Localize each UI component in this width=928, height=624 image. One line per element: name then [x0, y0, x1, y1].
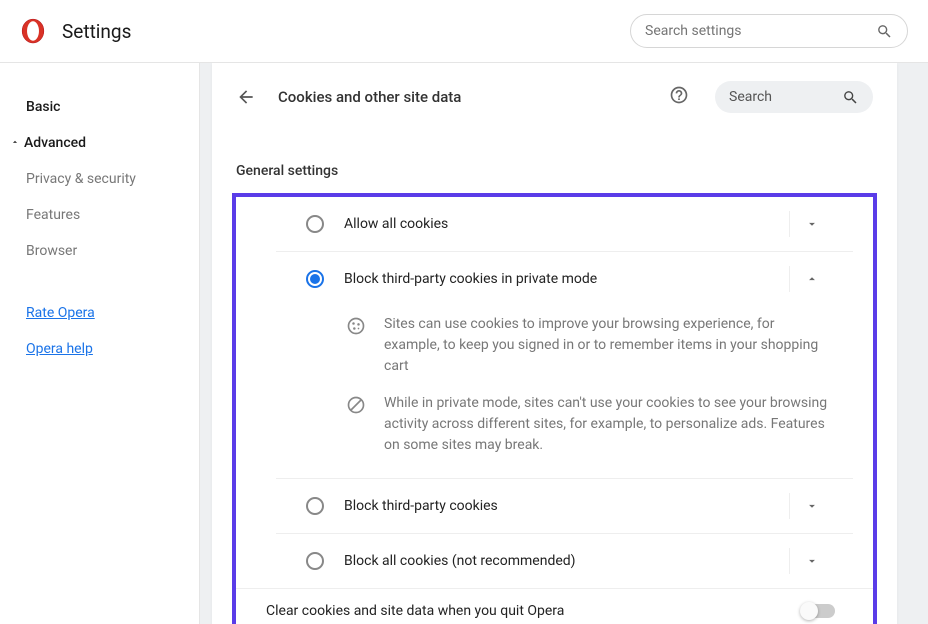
detail-text: Sites can use cookies to improve your br…	[384, 314, 833, 377]
page-search[interactable]: Search	[715, 81, 873, 113]
detail-item: While in private mode, sites can't use y…	[276, 385, 853, 464]
sidebar-advanced[interactable]: Advanced	[0, 125, 199, 161]
help-icon	[669, 85, 689, 105]
option-allow-all[interactable]: Allow all cookies	[276, 197, 853, 251]
chevron-down-icon	[805, 554, 819, 568]
section-title: General settings	[236, 163, 873, 179]
option-label: Allow all cookies	[344, 216, 789, 232]
option-label: Block third-party cookies in private mod…	[344, 271, 789, 287]
header-title: Settings	[62, 20, 131, 43]
opera-logo	[20, 18, 46, 44]
option-label: Block third-party cookies	[344, 498, 789, 514]
highlight-box: Allow all cookies Block third-party cook…	[232, 193, 877, 624]
sidebar-link-rate[interactable]: Rate Opera	[0, 295, 199, 331]
sidebar-link-help[interactable]: Opera help	[0, 331, 199, 367]
expand-button[interactable]	[789, 211, 833, 237]
sidebar: Basic Advanced Privacy & security Featur…	[0, 63, 200, 624]
radio-block-third[interactable]	[306, 497, 324, 515]
header-search[interactable]	[630, 14, 908, 48]
radio-block-all[interactable]	[306, 552, 324, 570]
header-search-input[interactable]	[645, 23, 876, 39]
collapse-button[interactable]	[789, 266, 833, 292]
page-search-label: Search	[729, 89, 842, 105]
sidebar-item-features[interactable]: Features	[0, 197, 199, 233]
search-icon	[842, 89, 859, 106]
radio-block-private[interactable]	[306, 270, 324, 288]
option-label: Block all cookies (not recommended)	[344, 553, 789, 569]
help-button[interactable]	[669, 85, 689, 109]
option-block-private[interactable]: Block third-party cookies in private mod…	[276, 251, 853, 306]
search-icon	[876, 23, 893, 40]
sidebar-item-privacy[interactable]: Privacy & security	[0, 161, 199, 197]
toggle-clear-on-quit[interactable]: Clear cookies and site data when you qui…	[236, 588, 873, 624]
sidebar-advanced-label: Advanced	[24, 135, 86, 151]
sidebar-basic[interactable]: Basic	[0, 89, 199, 125]
chevron-down-icon	[805, 499, 819, 513]
toggle-switch[interactable]	[801, 604, 835, 618]
back-button[interactable]	[236, 87, 256, 107]
option-block-all[interactable]: Block all cookies (not recommended)	[276, 533, 853, 588]
detail-item: Sites can use cookies to improve your br…	[276, 306, 853, 385]
chevron-up-icon	[805, 272, 819, 286]
radio-allow-all[interactable]	[306, 215, 324, 233]
chevron-down-icon	[805, 217, 819, 231]
cookie-icon	[346, 316, 366, 340]
sidebar-item-browser[interactable]: Browser	[0, 233, 199, 269]
option-block-third[interactable]: Block third-party cookies	[276, 478, 853, 533]
toggle-label: Clear cookies and site data when you qui…	[266, 603, 801, 619]
expand-button[interactable]	[789, 493, 833, 519]
detail-text: While in private mode, sites can't use y…	[384, 393, 833, 456]
block-icon	[346, 395, 366, 419]
chevron-up-icon	[10, 135, 24, 151]
page-title: Cookies and other site data	[278, 88, 461, 106]
expand-button[interactable]	[789, 548, 833, 574]
arrow-left-icon	[236, 87, 256, 107]
